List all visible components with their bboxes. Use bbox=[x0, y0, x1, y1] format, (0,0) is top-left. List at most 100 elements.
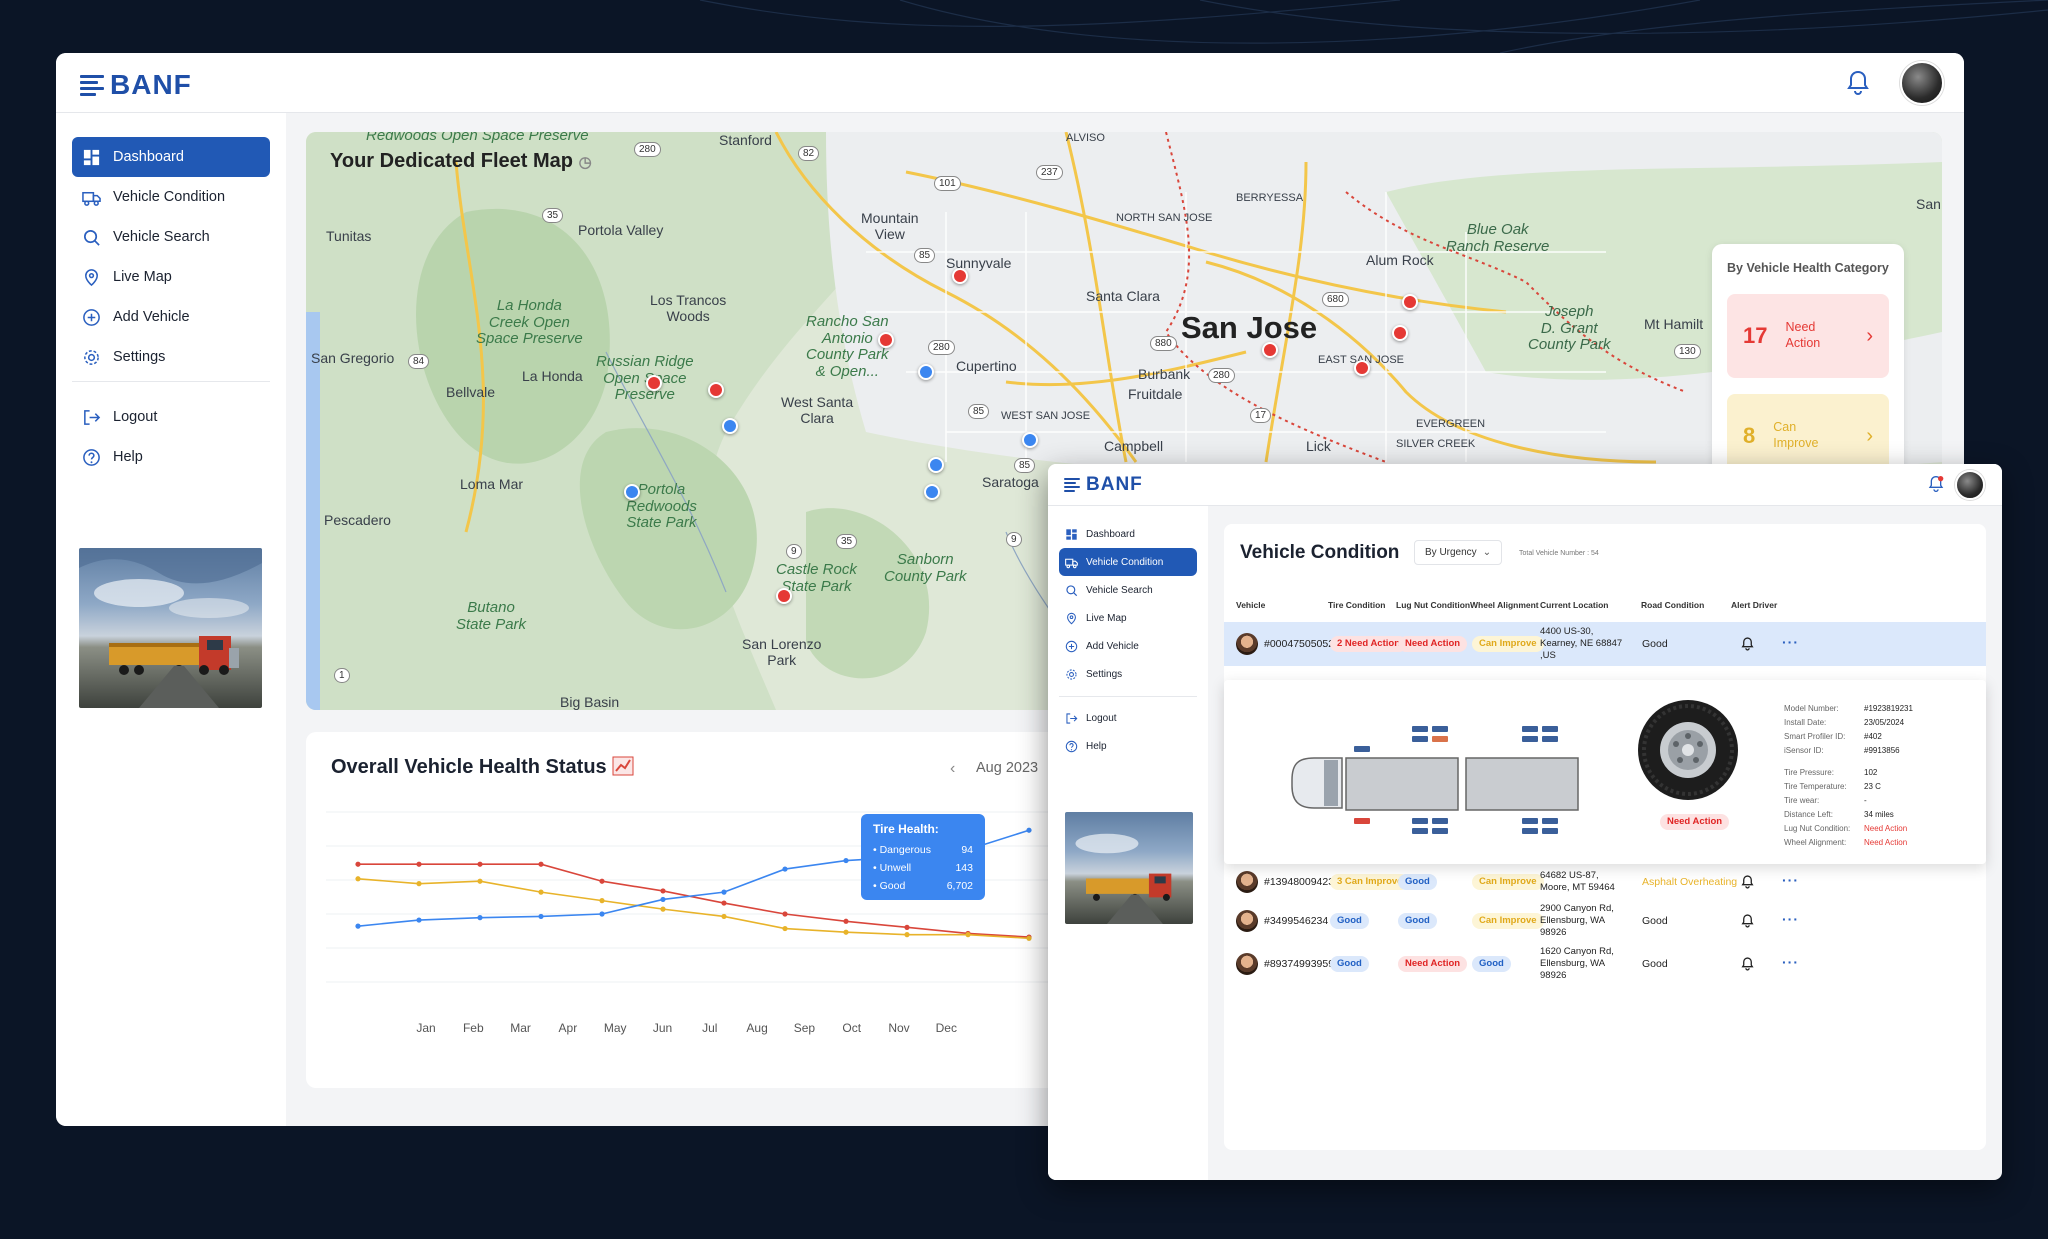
data-point[interactable] bbox=[843, 857, 849, 864]
more-options-icon[interactable]: ··· bbox=[1782, 911, 1799, 927]
nav-item-add-vehicle[interactable]: Add Vehicle bbox=[1059, 632, 1197, 660]
nav-item-help[interactable]: Help bbox=[1059, 732, 1197, 760]
vehicle-pin-need-action[interactable] bbox=[1392, 325, 1408, 341]
column-header[interactable]: Alert Driver bbox=[1731, 600, 1777, 610]
vehicle-pin-need-action[interactable] bbox=[708, 382, 724, 398]
column-header[interactable]: Current Location bbox=[1540, 600, 1608, 610]
nav-item-vehicle-condition[interactable]: Vehicle Condition bbox=[1059, 548, 1197, 576]
data-point[interactable] bbox=[355, 876, 361, 882]
nav-item-vehicle-condition[interactable]: Vehicle Condition bbox=[72, 177, 270, 217]
table-row[interactable]: #00047505052 2 Need Action Need Action C… bbox=[1224, 622, 1986, 666]
notification-bell-icon[interactable] bbox=[1928, 475, 1944, 493]
data-point[interactable] bbox=[538, 913, 544, 920]
column-header[interactable]: Road Condition bbox=[1641, 600, 1704, 610]
column-header[interactable]: Wheel Alignment bbox=[1470, 600, 1539, 610]
data-point[interactable] bbox=[660, 906, 666, 912]
nav-item-dashboard[interactable]: Dashboard bbox=[1059, 520, 1197, 548]
more-options-icon[interactable]: ··· bbox=[1782, 954, 1799, 970]
data-point[interactable] bbox=[904, 932, 910, 938]
category-card-need-action[interactable]: 17 Need Action › bbox=[1727, 294, 1889, 378]
map-label: Campbell bbox=[1104, 438, 1164, 454]
map-label: La Honda bbox=[522, 368, 583, 384]
vehicle-id[interactable]: #00047505052 bbox=[1264, 638, 1334, 650]
nav-item-add-vehicle[interactable]: Add Vehicle bbox=[72, 297, 270, 337]
vehicle-pin-good[interactable] bbox=[918, 364, 934, 380]
data-point[interactable] bbox=[416, 861, 422, 867]
data-point[interactable] bbox=[1026, 935, 1032, 941]
column-header[interactable]: Vehicle bbox=[1236, 600, 1265, 610]
brand-logo[interactable]: BANF bbox=[80, 69, 192, 101]
nav-item-logout[interactable]: Logout bbox=[72, 397, 270, 437]
vehicle-id[interactable]: #13948009423 bbox=[1264, 876, 1334, 888]
more-options-icon[interactable]: ··· bbox=[1782, 872, 1799, 888]
vehicle-id[interactable]: #3499546234 bbox=[1264, 915, 1328, 927]
vehicle-pin-good[interactable] bbox=[924, 484, 940, 500]
nav-item-help[interactable]: Help bbox=[72, 437, 270, 477]
data-point[interactable] bbox=[355, 923, 361, 929]
vehicle-pin-good[interactable] bbox=[624, 484, 640, 500]
vehicle-pin-need-action[interactable] bbox=[1354, 360, 1370, 376]
data-point[interactable] bbox=[477, 915, 483, 921]
data-point[interactable] bbox=[599, 898, 605, 904]
notification-bell-icon[interactable] bbox=[1846, 70, 1870, 96]
sort-dropdown[interactable]: By Urgency ⌄ bbox=[1414, 540, 1503, 565]
data-point[interactable] bbox=[660, 896, 666, 903]
data-point[interactable] bbox=[416, 881, 422, 887]
overlay-top-bar: BANF bbox=[1048, 464, 2002, 506]
data-point[interactable] bbox=[721, 889, 727, 895]
data-point[interactable] bbox=[721, 900, 727, 906]
data-point[interactable] bbox=[599, 911, 605, 917]
nav-item-settings[interactable]: Settings bbox=[72, 337, 270, 377]
vehicle-pin-need-action[interactable] bbox=[952, 268, 968, 284]
vehicle-pin-good[interactable] bbox=[722, 418, 738, 434]
spec-value: Need Action bbox=[1864, 838, 1908, 847]
vehicle-pin-need-action[interactable] bbox=[776, 588, 792, 604]
data-point[interactable] bbox=[721, 913, 727, 920]
table-row[interactable]: #3499546234 Good Good Can Improve 2900 C… bbox=[1224, 902, 1986, 940]
table-row[interactable]: #13948009423 3 Can Improve Good Can Impr… bbox=[1224, 867, 1986, 897]
data-point[interactable] bbox=[538, 889, 544, 895]
vehicle-pin-need-action[interactable] bbox=[878, 332, 894, 348]
nav-item-live-map[interactable]: Live Map bbox=[72, 257, 270, 297]
column-header[interactable]: Tire Condition bbox=[1328, 600, 1385, 610]
alert-driver-bell-icon[interactable] bbox=[1741, 957, 1754, 971]
alert-driver-bell-icon[interactable] bbox=[1741, 875, 1754, 889]
data-point[interactable] bbox=[416, 917, 422, 923]
data-point[interactable] bbox=[782, 866, 788, 872]
vehicle-pin-good[interactable] bbox=[928, 457, 944, 473]
nav-item-vehicle-search[interactable]: Vehicle Search bbox=[1059, 576, 1197, 604]
column-header[interactable]: Lug Nut Condition bbox=[1396, 600, 1470, 610]
more-options-icon[interactable]: ··· bbox=[1782, 634, 1799, 650]
user-avatar[interactable] bbox=[1900, 61, 1944, 105]
data-point[interactable] bbox=[782, 925, 788, 932]
vehicle-pin-need-action[interactable] bbox=[1262, 342, 1278, 358]
nav-item-live-map[interactable]: Live Map bbox=[1059, 604, 1197, 632]
data-point[interactable] bbox=[1026, 827, 1032, 833]
map-title: Your Dedicated Fleet Map ◷ bbox=[330, 150, 592, 173]
alert-driver-bell-icon[interactable] bbox=[1741, 914, 1754, 928]
data-point[interactable] bbox=[904, 924, 910, 930]
vehicle-pin-need-action[interactable] bbox=[1402, 294, 1418, 310]
data-point[interactable] bbox=[965, 932, 971, 938]
vehicle-pin-good[interactable] bbox=[1022, 432, 1038, 448]
user-avatar[interactable] bbox=[1955, 470, 1985, 500]
data-point[interactable] bbox=[538, 861, 544, 867]
data-point[interactable] bbox=[477, 878, 483, 884]
vehicle-id[interactable]: #89374993959 bbox=[1264, 958, 1334, 970]
data-point[interactable] bbox=[660, 888, 666, 894]
data-point[interactable] bbox=[355, 861, 361, 867]
data-point[interactable] bbox=[782, 911, 788, 917]
data-point[interactable] bbox=[477, 861, 483, 867]
nav-item-dashboard[interactable]: Dashboard bbox=[72, 137, 270, 177]
data-point[interactable] bbox=[599, 878, 605, 884]
table-row[interactable]: #89374993959 Good Need Action Good 1620 … bbox=[1224, 942, 1986, 986]
nav-item-vehicle-search[interactable]: Vehicle Search bbox=[72, 217, 270, 257]
data-point[interactable] bbox=[843, 929, 849, 935]
overlay-brand-logo[interactable]: BANF bbox=[1064, 474, 1143, 496]
nav-item-settings[interactable]: Settings bbox=[1059, 660, 1197, 688]
data-point[interactable] bbox=[843, 918, 849, 924]
prev-period-button[interactable]: ‹ bbox=[950, 760, 955, 778]
vehicle-pin-need-action[interactable] bbox=[646, 375, 662, 391]
alert-driver-bell-icon[interactable] bbox=[1741, 637, 1754, 651]
nav-item-logout[interactable]: Logout bbox=[1059, 704, 1197, 732]
